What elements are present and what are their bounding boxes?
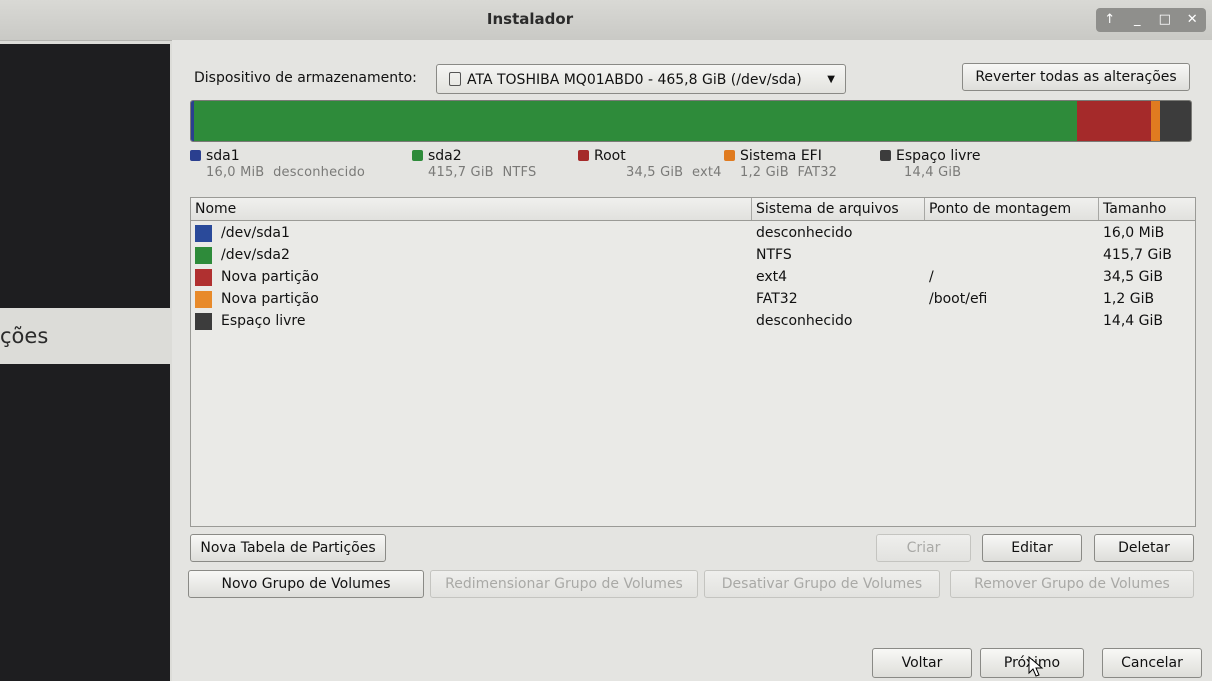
partition-bar-segment [1077,101,1151,141]
delete-button[interactable]: Deletar [1094,534,1194,562]
partition-table[interactable]: Nome Sistema de arquivos Ponto de montag… [190,197,1196,527]
partition-bar-segment [1151,101,1160,141]
legend-swatch [412,150,423,161]
col-header-fs[interactable]: Sistema de arquivos [756,201,899,217]
revert-all-button[interactable]: Reverter todas as alterações [962,63,1190,91]
legend-swatch [724,150,735,161]
legend-item-sda1: sda1 16,0 MiB desconhecido [190,148,365,180]
partition-color-swatch [195,313,212,330]
create-button[interactable]: Criar [876,534,971,562]
partition-color-swatch [195,291,212,308]
legend-swatch [190,150,201,161]
partition-bar [190,100,1192,142]
keep-above-icon[interactable]: ↑ [1099,8,1121,32]
partition-color-swatch [195,247,212,264]
mouse-pointer-icon [1028,656,1044,677]
table-row[interactable]: Nova partição FAT32 /boot/efi 1,2 GiB [191,289,1195,311]
legend-item-efi: Sistema EFI 1,2 GiB FAT32 [724,148,837,180]
sidebar-step-label: ções [0,324,49,348]
new-partition-table-button[interactable]: Nova Tabela de Partições [190,534,386,562]
partition-bar-segment [1160,101,1191,141]
maximize-icon[interactable]: □ [1154,8,1176,32]
device-selected-value: ATA TOSHIBA MQ01ABD0 - 465,8 GiB (/dev/s… [467,72,802,88]
legend-swatch [880,150,891,161]
resize-volume-group-button[interactable]: Redimensionar Grupo de Volumes [430,570,698,598]
device-select[interactable]: ATA TOSHIBA MQ01ABD0 - 465,8 GiB (/dev/s… [436,64,846,94]
new-volume-group-button[interactable]: Novo Grupo de Volumes [188,570,424,598]
disk-icon [449,72,461,86]
table-row[interactable]: Nova partição ext4 / 34,5 GiB [191,267,1195,289]
sidebar-lower [0,364,170,681]
sidebar-upper [0,44,170,308]
col-header-size[interactable]: Tamanho [1103,201,1166,217]
partition-color-swatch [195,225,212,242]
legend-swatch [578,150,589,161]
edit-button[interactable]: Editar [982,534,1082,562]
legend-item-free: Espaço livre 14,4 GiB [880,148,980,180]
minimize-icon[interactable]: _ [1126,8,1148,32]
legend-item-sda2: sda2 415,7 GiB NTFS [412,148,536,180]
back-button[interactable]: Voltar [872,648,972,678]
partition-color-swatch [195,269,212,286]
device-label: Dispositivo de armazenamento: [194,70,417,86]
legend-item-root: Root 34,5 GiB ext4 [578,148,722,180]
remove-volume-group-button[interactable]: Remover Grupo de Volumes [950,570,1194,598]
cancel-button[interactable]: Cancelar [1102,648,1202,678]
table-row[interactable]: Espaço livre desconhecido 14,4 GiB [191,311,1195,333]
table-header: Nome Sistema de arquivos Ponto de montag… [191,198,1195,221]
partition-bar-segment [194,101,1077,141]
dropdown-arrow-icon: ▼ [827,74,835,85]
col-header-name[interactable]: Nome [195,201,236,217]
table-row[interactable]: /dev/sda2 NTFS 415,7 GiB [191,245,1195,267]
close-icon[interactable]: ✕ [1181,8,1203,32]
window-title: Instalador [486,10,574,28]
table-row[interactable]: /dev/sda1 desconhecido 16,0 MiB [191,223,1195,245]
deactivate-volume-group-button[interactable]: Desativar Grupo de Volumes [704,570,940,598]
col-header-mount[interactable]: Ponto de montagem [929,201,1071,217]
window-controls: ↑ _ □ ✕ [1096,8,1206,32]
title-bar: Instalador ↑ _ □ ✕ [0,0,1212,41]
